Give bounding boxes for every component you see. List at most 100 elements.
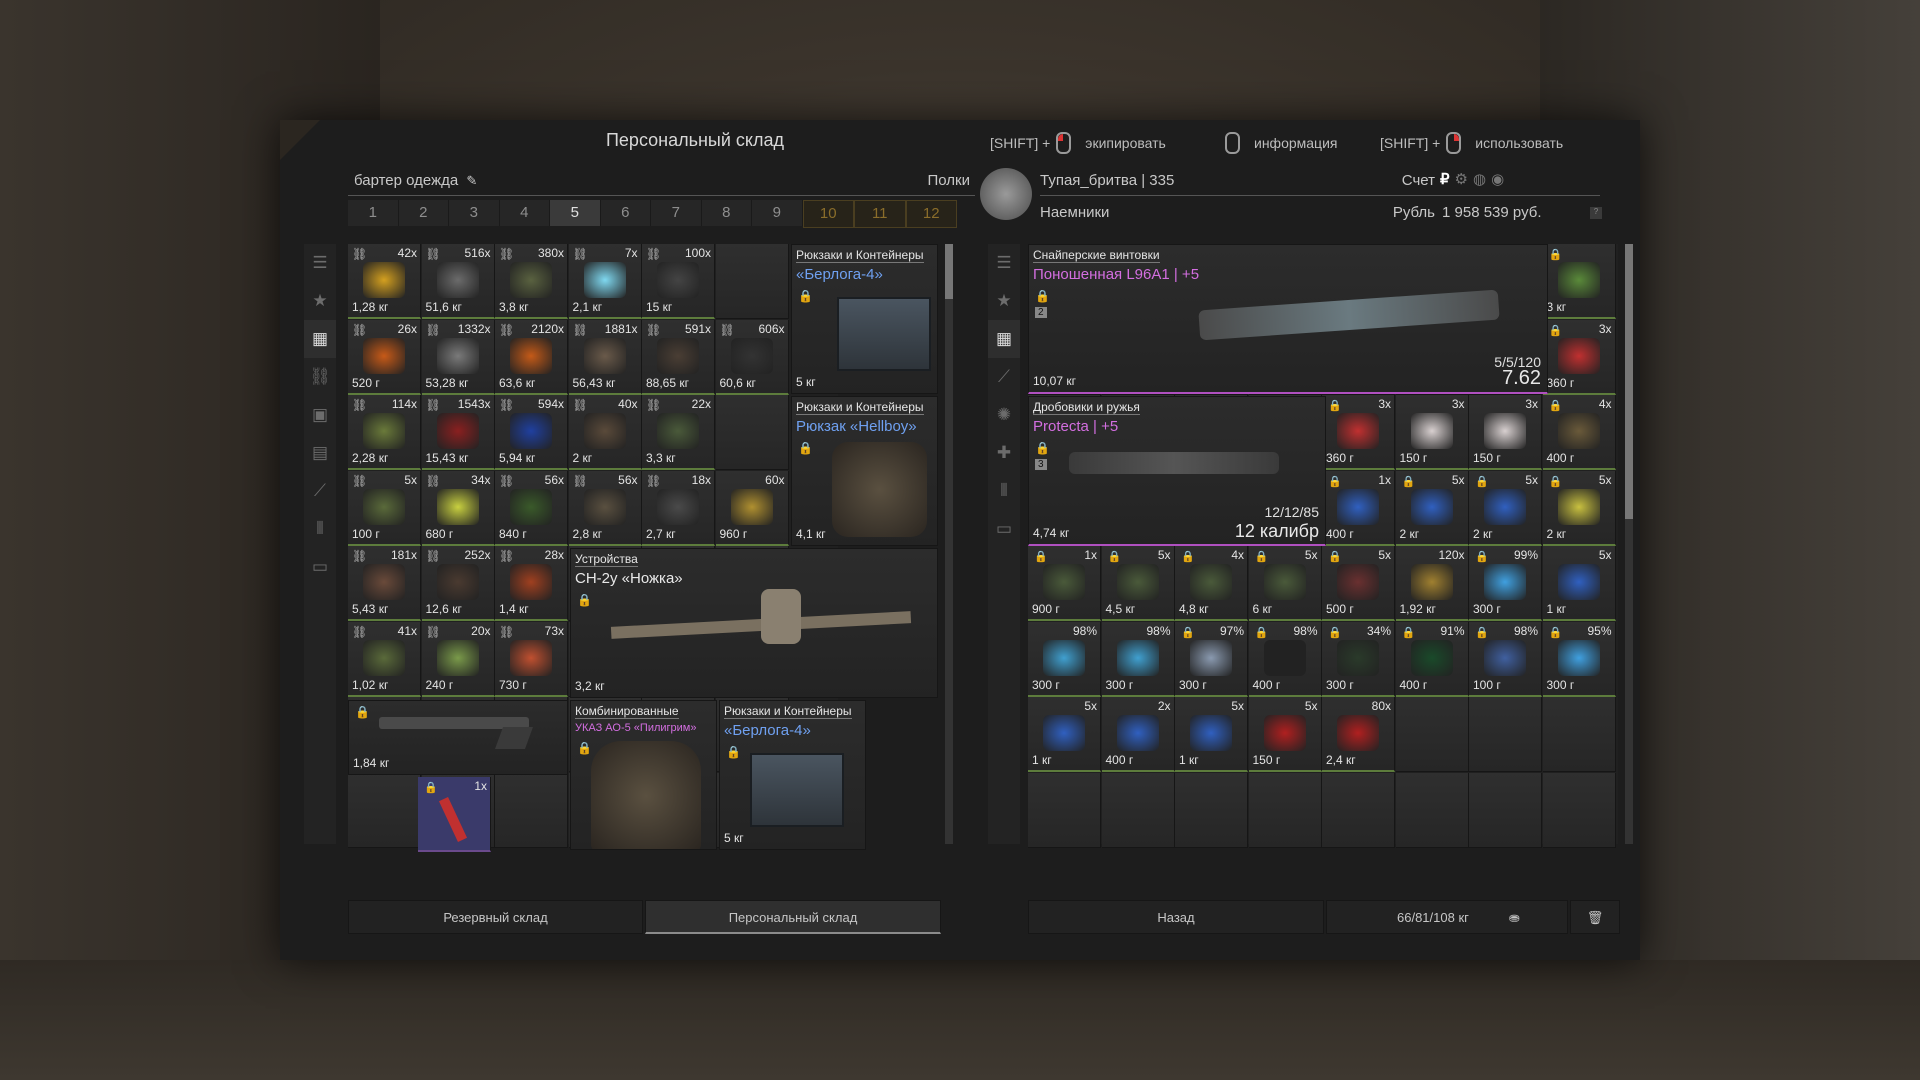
filter-label[interactable]: бартер одежда ✎ — [354, 172, 477, 189]
inventory-item[interactable]: 3x 150 г — [1395, 395, 1469, 470]
medkit-icon[interactable]: ✚ — [988, 434, 1020, 472]
right-scrollbar[interactable] — [1625, 244, 1633, 844]
shelf-tab-9[interactable]: 9 — [752, 200, 803, 226]
info-icon[interactable]: ? — [1590, 207, 1602, 219]
inventory-item[interactable]: 🔒 4x 4,8 кг — [1175, 546, 1248, 621]
inventory-item[interactable]: ⛓ 28x 1,4 кг — [495, 546, 568, 621]
token-icon[interactable]: ◉ — [1491, 170, 1504, 188]
grid-icon[interactable]: ▦ — [988, 320, 1020, 358]
inventory-item[interactable]: 🔒 5x 500 г — [1322, 546, 1395, 621]
gear-currency-icon[interactable]: ⚙ — [1455, 170, 1468, 188]
empty-slot[interactable] — [1248, 772, 1322, 848]
inventory-item[interactable]: ⛓ 2120x 63,6 кг — [495, 319, 568, 395]
knife-item[interactable]: 🔒 1x — [418, 777, 491, 852]
empty-slot[interactable] — [1469, 697, 1542, 772]
reserve-storage-button[interactable]: Резервный склад — [348, 900, 643, 934]
inventory-item[interactable]: ⛓ 42x 1,28 кг — [348, 244, 421, 319]
inventory-item[interactable]: ⛓ 7x 2,1 кг — [568, 244, 642, 319]
empty-slot[interactable] — [715, 244, 789, 319]
shelf-tab-7[interactable]: 7 — [651, 200, 702, 226]
empty-slot[interactable] — [1395, 772, 1469, 848]
inventory-item[interactable]: ⛓ 56x 840 г — [495, 470, 568, 546]
shelf-tab-4[interactable]: 4 — [499, 200, 550, 226]
shotgun-item[interactable]: 🔒 1,84 кг — [348, 700, 568, 775]
inventory-item[interactable]: ⛓ 20x 240 г — [421, 621, 495, 697]
inventory-item[interactable]: 🔒 3 кг — [1542, 244, 1616, 319]
inventory-item[interactable]: ⛓ 40x 2 кг — [568, 395, 642, 470]
inventory-item[interactable]: ⛓ 41x 1,02 кг — [348, 621, 421, 697]
rifle-icon[interactable]: ⟋ — [304, 472, 336, 510]
personal-storage-button[interactable]: Персональный склад — [645, 900, 941, 934]
inventory-item[interactable]: ⛓ 1543x 15,43 кг — [421, 395, 495, 470]
inventory-item[interactable]: 120x 1,92 кг — [1395, 546, 1469, 621]
inventory-item[interactable]: ⛓ 516x 51,6 кг — [421, 244, 495, 319]
inventory-item[interactable]: ⛓ 594x 5,94 кг — [495, 395, 568, 470]
inventory-item[interactable]: ⛓ 22x 3,3 кг — [642, 395, 715, 470]
shelf-tab-10[interactable]: 10 — [802, 200, 854, 228]
empty-slot[interactable] — [1101, 772, 1175, 848]
link-icon[interactable]: ⛓ — [304, 358, 336, 396]
back-button[interactable]: Назад — [1028, 900, 1324, 934]
empty-slot[interactable] — [348, 772, 421, 848]
archive-icon[interactable]: ▭ — [988, 510, 1020, 548]
ammo-icon[interactable]: ⦀ — [304, 510, 336, 548]
ruble-icon[interactable]: ₽ — [1440, 170, 1450, 188]
empty-slot[interactable] — [1175, 772, 1248, 848]
artifact-icon[interactable]: ✺ — [988, 396, 1020, 434]
inventory-item[interactable]: 🔒 34% 300 г — [1322, 621, 1395, 697]
inventory-item[interactable]: 🔒 97% 300 г — [1175, 621, 1248, 697]
shelf-tab-2[interactable]: 2 — [398, 200, 449, 226]
list-icon[interactable]: ☰ — [304, 244, 336, 282]
inventory-item[interactable]: 60x 960 г — [715, 470, 789, 546]
inventory-item[interactable]: 🔒 5x 2 кг — [1542, 470, 1616, 546]
inventory-item[interactable]: 🔒 1x 400 г — [1322, 470, 1395, 546]
empty-slot[interactable] — [1542, 772, 1616, 848]
inventory-item[interactable]: 98% 300 г — [1028, 621, 1101, 697]
vest-icon[interactable]: ▣ — [304, 396, 336, 434]
inventory-item[interactable]: 🔒 4x 400 г — [1542, 395, 1616, 470]
empty-slot[interactable] — [495, 772, 568, 848]
coin-icon[interactable]: ◍ — [1473, 170, 1486, 188]
inventory-item[interactable]: ⛓ 591x 88,65 кг — [642, 319, 715, 395]
inventory-item[interactable]: ⛓ 114x 2,28 кг — [348, 395, 421, 470]
left-scrollbar[interactable] — [945, 244, 953, 844]
inventory-item[interactable]: ⛓ 73x 730 г — [495, 621, 568, 697]
shelf-tab-11[interactable]: 11 — [854, 200, 906, 228]
inventory-item[interactable]: ⛓ 5x 100 г — [348, 470, 421, 546]
rifle-icon[interactable]: ⟋ — [988, 358, 1020, 396]
star-icon[interactable]: ★ — [304, 282, 336, 320]
empty-slot[interactable] — [1395, 697, 1469, 772]
inventory-item[interactable]: 🔒 5x 2 кг — [1469, 470, 1542, 546]
inventory-item[interactable]: ⛓ 252x 12,6 кг — [421, 546, 495, 621]
inventory-item[interactable]: ⛓ 181x 5,43 кг — [348, 546, 421, 621]
inventory-item[interactable]: 3x 150 г — [1469, 395, 1542, 470]
inventory-item[interactable]: 🔒 98% 400 г — [1248, 621, 1322, 697]
inventory-item[interactable]: 2x 400 г — [1101, 697, 1175, 772]
ammo-icon[interactable]: ⦀ — [988, 472, 1020, 510]
inventory-item[interactable]: ⛓ 1881x 56,43 кг — [568, 319, 642, 395]
avatar[interactable] — [980, 168, 1032, 220]
empty-slot[interactable] — [1322, 772, 1395, 848]
inventory-item[interactable]: 5x 1 кг — [1175, 697, 1248, 772]
inventory-item[interactable]: 5x 1 кг — [1542, 546, 1616, 621]
backpack-item-2[interactable]: Рюкзаки и Контейнеры Рюкзак «Hellboy» 🔒 … — [791, 396, 938, 546]
shelf-tab-3[interactable]: 3 — [449, 200, 500, 226]
inventory-item[interactable]: 🔒 5x 6 кг — [1248, 546, 1322, 621]
inventory-item[interactable]: 🔒 98% 100 г — [1469, 621, 1542, 697]
inventory-item[interactable]: 🔒 91% 400 г — [1395, 621, 1469, 697]
empty-slot[interactable] — [1469, 772, 1542, 848]
shelf-tab-5[interactable]: 5 — [550, 200, 601, 226]
star-icon[interactable]: ★ — [988, 282, 1020, 320]
inventory-item[interactable]: ⛓ 380x 3,8 кг — [495, 244, 568, 319]
empty-slot[interactable] — [1028, 772, 1101, 848]
inventory-item[interactable]: 🔒 99% 300 г — [1469, 546, 1542, 621]
trash-button[interactable]: 🗑 — [1570, 900, 1620, 934]
list-icon[interactable]: ☰ — [988, 244, 1020, 282]
empty-slot[interactable] — [1542, 697, 1616, 772]
sniper-rifle-item[interactable]: Снайперские винтовки Поношенная L96A1 | … — [1028, 244, 1548, 394]
shelf-tab-1[interactable]: 1 — [348, 200, 399, 226]
inventory-item[interactable]: 🔒 95% 300 г — [1542, 621, 1616, 697]
empty-slot[interactable] — [715, 395, 789, 470]
box-icon[interactable]: ▤ — [304, 434, 336, 472]
inventory-item[interactable]: 5x 1 кг — [1028, 697, 1101, 772]
